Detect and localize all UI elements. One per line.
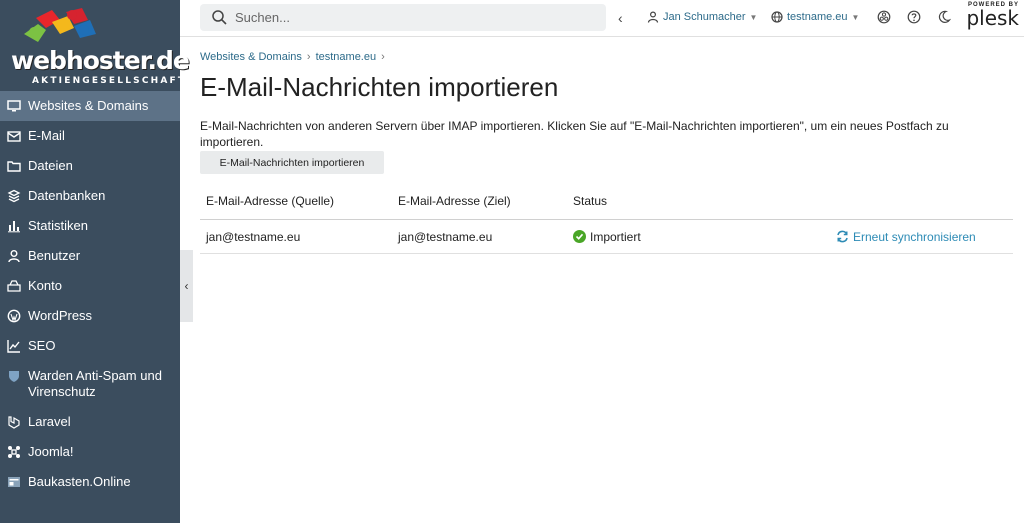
breadcrumb-websites-domains[interactable]: Websites & Domains: [200, 51, 302, 63]
user-name: Jan Schumacher: [663, 11, 746, 23]
shield-icon: [7, 369, 21, 383]
sidebar-nav: Websites & Domains E-Mail Dateien Datenb…: [0, 91, 180, 497]
sidebar-item-label: Konto: [28, 278, 62, 293]
search-icon: [212, 10, 227, 25]
webhoster-logo[interactable]: webhoster.de AKTIENGESELLSCHAFT: [8, 6, 190, 86]
back-chevron-icon[interactable]: ‹: [618, 10, 623, 26]
chevron-down-icon: ▼: [851, 12, 860, 22]
sidebar-item-databases[interactable]: Datenbanken: [0, 181, 180, 211]
chevron-right-icon: ›: [381, 51, 385, 63]
monitor-icon: [7, 99, 21, 113]
sidebar-item-files[interactable]: Dateien: [0, 151, 180, 181]
domain-name: testname.eu: [787, 11, 848, 23]
import-messages-button[interactable]: E-Mail-Nachrichten importieren: [200, 151, 384, 174]
sidebar-item-wordpress[interactable]: WordPress: [0, 301, 180, 331]
search-input[interactable]: [235, 10, 595, 25]
bar-chart-icon: [7, 219, 21, 233]
chevron-down-icon: ▼: [749, 12, 758, 22]
globe-icon: [771, 11, 783, 23]
joomla-icon: [7, 445, 21, 459]
table-header: E-Mail-Adresse (Quelle) E-Mail-Adresse (…: [200, 183, 1013, 220]
chevron-right-icon: ›: [306, 51, 311, 63]
logo-text: webhoster.de: [11, 46, 190, 75]
breadcrumb-domain[interactable]: testname.eu: [316, 51, 377, 63]
help-icon[interactable]: [907, 10, 921, 24]
column-header-source[interactable]: E-Mail-Adresse (Quelle): [200, 194, 398, 208]
resync-link[interactable]: Erneut synchronisieren: [836, 230, 1013, 244]
plesk-logo: POWERED BY plesk: [963, 2, 1019, 34]
sidebar-item-baukasten[interactable]: Baukasten.Online: [0, 467, 180, 497]
folder-icon: [7, 159, 21, 173]
sidebar-item-label: E-Mail: [28, 128, 65, 143]
sidebar-item-label: WordPress: [28, 308, 93, 323]
topbar: ‹ Jan Schumacher ▼ testname.eu ▼ POWERED…: [180, 0, 1024, 37]
breadcrumb: Websites & Domains › testname.eu ›: [200, 51, 390, 63]
domain-menu[interactable]: testname.eu ▼: [771, 11, 859, 23]
sidebar-item-seo[interactable]: SEO: [0, 331, 180, 361]
sidebar-item-joomla[interactable]: Joomla!: [0, 437, 180, 467]
check-circle-icon: [573, 230, 586, 243]
sidebar-item-label: Benutzer: [28, 248, 81, 263]
user-icon: [7, 249, 21, 263]
mail-icon: [7, 129, 21, 143]
column-header-status[interactable]: Status: [573, 194, 836, 208]
sidebar-item-label: Warden Anti-Spam und Virenschutz: [28, 368, 162, 399]
sidebar-item-label: Statistiken: [28, 218, 88, 233]
puzzle-logo-icon: [24, 8, 96, 42]
sidebar-item-warden[interactable]: Warden Anti-Spam und Virenschutz: [0, 361, 180, 407]
logo-subtitle: AKTIENGESELLSCHAFT: [32, 76, 187, 86]
page-title: E-Mail-Nachrichten importieren: [200, 72, 559, 102]
sidebar-item-websites-domains[interactable]: Websites & Domains: [0, 91, 180, 121]
status-text: Importiert: [590, 229, 641, 244]
seo-chart-icon: [7, 339, 21, 353]
extensions-icon[interactable]: [877, 10, 891, 24]
sidebar: webhoster.de AKTIENGESELLSCHAFT Websites…: [0, 0, 190, 523]
sidebar-item-label: SEO: [28, 338, 56, 353]
sidebar-item-label: Dateien: [28, 158, 73, 173]
page-description: E-Mail-Nachrichten von anderen Servern ü…: [200, 119, 949, 149]
table-row: jan@testname.eu jan@testname.eu Importie…: [200, 220, 1013, 254]
chevron-left-icon: ‹: [184, 279, 189, 293]
sidebar-item-laravel[interactable]: Laravel: [0, 407, 180, 437]
sidebar-item-label: Baukasten.Online: [28, 474, 131, 489]
builder-icon: [7, 475, 21, 489]
wordpress-icon: [7, 309, 21, 323]
import-table: E-Mail-Adresse (Quelle) E-Mail-Adresse (…: [200, 183, 1013, 254]
sidebar-item-label: Joomla!: [28, 444, 74, 459]
plesk-text: plesk: [966, 6, 1019, 30]
sidebar-item-statistics[interactable]: Statistiken: [0, 211, 180, 241]
resync-label: Erneut synchronisieren: [853, 229, 976, 244]
sync-icon: [837, 230, 848, 243]
account-icon: [7, 279, 21, 293]
sidebar-item-label: Websites & Domains: [28, 98, 149, 113]
dark-mode-moon-icon[interactable]: [937, 10, 951, 24]
source-email-cell: jan@testname.eu: [206, 229, 301, 244]
sidebar-item-users[interactable]: Benutzer: [0, 241, 180, 271]
sidebar-collapse-handle[interactable]: ‹: [180, 250, 193, 322]
status-cell: Importiert: [573, 230, 836, 244]
sidebar-item-label: Laravel: [28, 414, 71, 429]
user-icon: [647, 11, 659, 23]
column-header-target[interactable]: E-Mail-Adresse (Ziel): [398, 194, 573, 208]
search-box[interactable]: [200, 4, 606, 31]
laravel-icon: [7, 415, 21, 429]
target-email-cell: jan@testname.eu: [398, 229, 493, 244]
sidebar-item-account[interactable]: Konto: [0, 271, 180, 301]
sidebar-item-label: Datenbanken: [28, 188, 106, 203]
user-menu[interactable]: Jan Schumacher ▼: [647, 11, 757, 23]
database-icon: [7, 189, 21, 203]
sidebar-item-email[interactable]: E-Mail: [0, 121, 180, 151]
